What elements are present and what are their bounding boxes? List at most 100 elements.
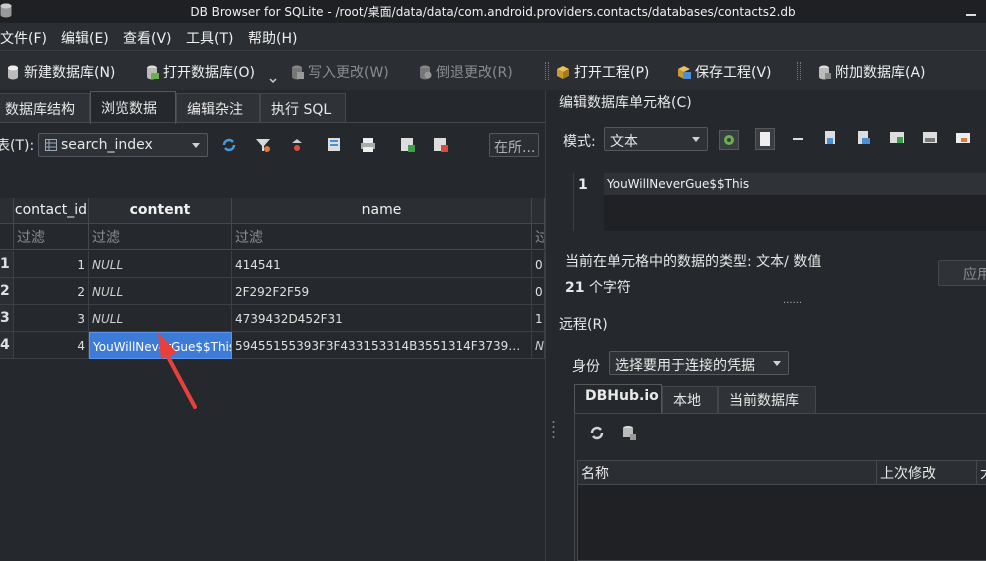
menu-help[interactable]: 帮助(H) xyxy=(248,28,297,48)
remote-file-list[interactable]: 名称 上次修改 大 xyxy=(577,460,986,561)
column-header-contact_id[interactable]: contact_id xyxy=(14,198,89,224)
insert-record-icon[interactable] xyxy=(400,137,416,153)
menu-bar: 文件(F) 编辑(E) 查看(V) 工具(T) 帮助(H) xyxy=(0,23,986,50)
corner-header xyxy=(0,198,14,224)
apply-button[interactable]: 应用 xyxy=(938,260,986,286)
print-cell-icon[interactable] xyxy=(922,130,938,146)
splitter-grip-icon xyxy=(552,421,555,438)
table-select[interactable]: search_index xyxy=(38,133,208,157)
cell-name[interactable]: 2F292F2F59 xyxy=(232,278,532,305)
save-project-button[interactable]: 保存工程(V) xyxy=(678,62,772,82)
chevron-down-icon xyxy=(773,361,781,366)
delete-record-icon[interactable] xyxy=(433,137,449,153)
row-header[interactable]: 4 xyxy=(0,332,14,359)
toolbar-grip-2[interactable] xyxy=(797,62,801,80)
tab-execute-sql[interactable]: 执行 SQL xyxy=(260,93,346,122)
cell-editor-text[interactable]: YouWillNeverGue$$This xyxy=(607,177,749,191)
table-label: 表(T): xyxy=(0,138,35,154)
menu-edit[interactable]: 编辑(E) xyxy=(61,28,109,48)
identity-select-value: 选择要用于连接的凭据 xyxy=(615,358,755,374)
mode-select-value: 文本 xyxy=(610,134,638,150)
cell-contact_id[interactable]: 3 xyxy=(14,305,89,332)
print-icon[interactable] xyxy=(360,137,376,153)
cell-extra[interactable]: 0 xyxy=(532,251,545,278)
panel-splitter[interactable] xyxy=(545,90,557,561)
filter-content[interactable]: 过滤 xyxy=(89,224,232,250)
mode-select[interactable]: 文本 xyxy=(604,127,708,151)
refresh-icon[interactable] xyxy=(589,425,605,441)
attach-db-button[interactable]: 附加数据库(A) xyxy=(818,62,926,82)
cell-content[interactable]: NULL xyxy=(89,278,232,305)
cell-editor[interactable]: 1 YouWillNeverGue$$This xyxy=(573,173,986,231)
cell-content[interactable]: NULL xyxy=(89,251,232,278)
attach-db-label: 附加数据库(A) xyxy=(835,65,926,81)
column-header-name[interactable]: name xyxy=(232,198,532,224)
set-as-null-icon[interactable] xyxy=(889,130,905,146)
filter-more[interactable]: 过滤 xyxy=(532,224,545,250)
close-window-icon[interactable] xyxy=(964,5,978,17)
find-in-all-button[interactable]: 在所... xyxy=(489,133,539,157)
null-icon[interactable] xyxy=(791,132,807,148)
import-icon[interactable] xyxy=(823,130,839,146)
identity-select[interactable]: 选择要用于连接的凭据 xyxy=(609,351,789,375)
toolbar-grip[interactable] xyxy=(545,62,549,80)
apply-icon[interactable] xyxy=(955,130,971,146)
cell-contact_id[interactable]: 2 xyxy=(14,278,89,305)
cell-editor-title: 编辑数据库单元格(C) xyxy=(559,95,692,111)
row-header[interactable]: 2 xyxy=(0,278,14,305)
cell-name[interactable]: 4739432D452F31 xyxy=(232,305,532,332)
refresh-icon[interactable] xyxy=(221,137,237,153)
write-changes-button[interactable]: 写入更改(W) xyxy=(291,62,389,82)
list-header-size[interactable]: 大 xyxy=(977,461,986,485)
menu-tools[interactable]: 工具(T) xyxy=(186,28,233,48)
mode-label: 模式: xyxy=(563,134,596,150)
new-db-button[interactable]: 新建数据库(N) xyxy=(7,62,115,82)
tab-db-structure[interactable]: 数据库结构 xyxy=(0,93,90,122)
new-db-label: 新建数据库(N) xyxy=(24,65,116,81)
row-header[interactable]: 1 xyxy=(0,251,14,278)
chevron-down-icon xyxy=(692,137,700,142)
cell-name[interactable]: 414541 xyxy=(232,251,532,278)
tab-edit-pragmas[interactable]: 编辑杂注 xyxy=(176,93,260,122)
open-db-icon xyxy=(147,65,159,79)
open-db-button[interactable]: 打开数据库(O) xyxy=(146,62,255,82)
left-panel: 数据库结构 浏览数据 编辑杂注 执行 SQL 表(T): search_inde… xyxy=(0,90,545,561)
tab-dbhub[interactable]: DBHub.io xyxy=(574,384,662,413)
cell-contact_id[interactable]: 1 xyxy=(14,251,89,278)
chevron-down-icon[interactable] xyxy=(269,78,277,84)
list-header-name[interactable]: 名称 xyxy=(578,461,877,485)
chevron-down-icon xyxy=(192,143,200,148)
new-db-icon xyxy=(8,65,18,79)
window-title: DB Browser for SQLite - /root/桌面/data/da… xyxy=(190,5,796,19)
text-mode-icon[interactable] xyxy=(755,128,775,150)
clone-icon[interactable] xyxy=(621,425,637,441)
open-project-label: 打开工程(P) xyxy=(574,65,650,81)
filter-name[interactable]: 过滤 xyxy=(232,224,532,250)
tab-current-db[interactable]: 当前数据库 xyxy=(718,386,816,413)
row-header[interactable]: 3 xyxy=(0,305,14,332)
identity-label: 身份 xyxy=(572,359,600,375)
menu-view[interactable]: 查看(V) xyxy=(123,28,172,48)
list-header-modified[interactable]: 上次修改 xyxy=(877,461,977,485)
cell-contact_id[interactable]: 4 xyxy=(14,332,89,359)
cell-name[interactable]: 59455155393F3F433153314B3551314F3739… xyxy=(232,332,532,359)
cell-extra[interactable]: 0 xyxy=(532,278,545,305)
export-icon[interactable] xyxy=(856,130,872,146)
splitter-dots[interactable]: ...... xyxy=(783,295,802,306)
filter-icon[interactable] xyxy=(255,137,271,153)
save-filter-icon[interactable] xyxy=(327,137,343,153)
column-header-content[interactable]: content xyxy=(89,198,232,224)
open-project-button[interactable]: 打开工程(P) xyxy=(557,62,649,82)
cell-extra[interactable]: N xyxy=(532,332,545,359)
clear-filter-icon[interactable] xyxy=(289,137,305,153)
title-bar: DB Browser for SQLite - /root/桌面/data/da… xyxy=(0,0,986,23)
menu-file[interactable]: 文件(F) xyxy=(0,28,47,48)
tab-browse-data[interactable]: 浏览数据 xyxy=(90,91,176,124)
settings-icon[interactable] xyxy=(719,130,739,150)
revert-changes-button[interactable]: 倒退更改(R) xyxy=(419,62,513,82)
tab-local[interactable]: 本地 xyxy=(662,386,718,413)
char-count-value: 21 xyxy=(565,280,585,296)
cell-extra[interactable]: 1 xyxy=(532,305,545,332)
column-header-more[interactable] xyxy=(532,198,545,224)
filter-contact_id[interactable]: 过滤 xyxy=(14,224,89,250)
